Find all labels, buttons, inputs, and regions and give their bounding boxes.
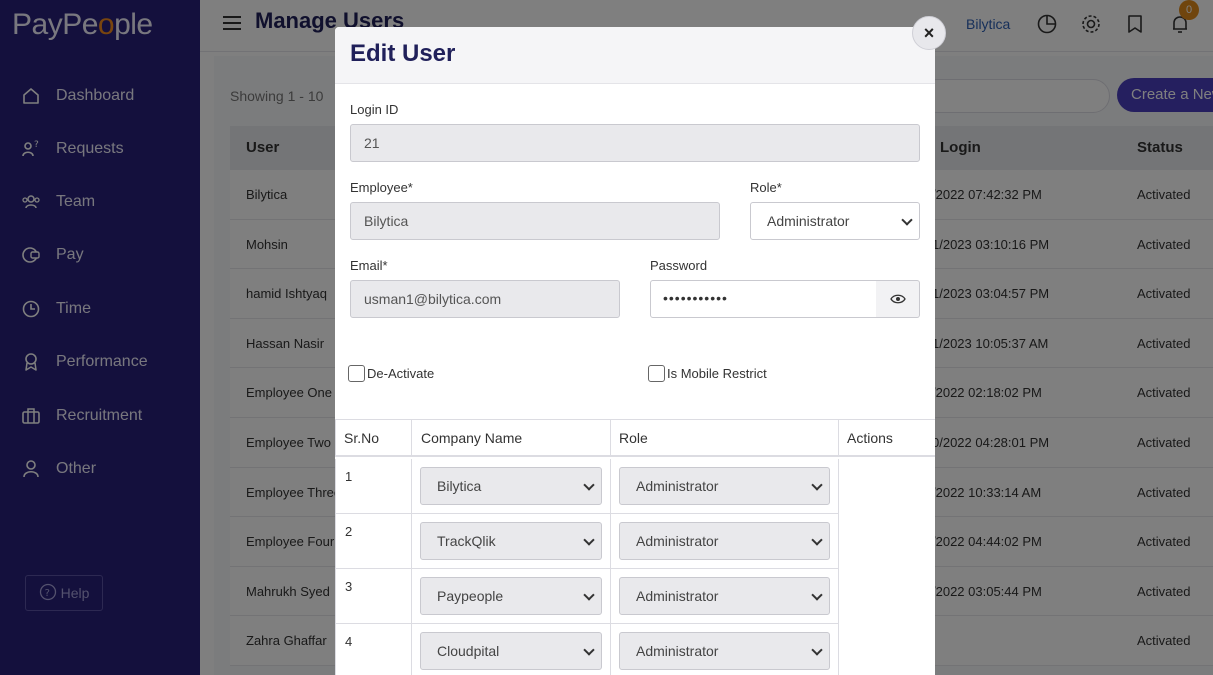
column-role: Role xyxy=(610,419,839,457)
company-select-value: Cloudpital xyxy=(437,643,500,659)
company-select[interactable]: Cloudpital xyxy=(420,632,602,670)
modal-title: Edit User xyxy=(350,40,456,67)
chevron-down-icon xyxy=(583,479,595,491)
role-select[interactable]: Administrator xyxy=(750,202,920,240)
row-role-select[interactable]: Administrator xyxy=(619,467,830,505)
role-select-value: Administrator xyxy=(767,213,850,229)
company-cell: TrackQlik xyxy=(411,514,611,569)
chevron-down-icon xyxy=(583,534,595,546)
row-role-select-value: Administrator xyxy=(636,643,719,659)
edit-user-modal: Edit User Login ID 21 Employee* Bilytica… xyxy=(335,27,935,675)
row-role-select-value: Administrator xyxy=(636,588,719,604)
row-role-select-value: Administrator xyxy=(636,478,719,494)
column-srno: Sr.No xyxy=(335,419,412,457)
company-select[interactable]: Bilytica xyxy=(420,467,602,505)
chevron-down-icon xyxy=(811,479,823,491)
role-label: Role* xyxy=(750,180,782,195)
column-actions: Actions xyxy=(838,419,935,457)
company-select-value: Bilytica xyxy=(437,478,482,494)
actions-cell xyxy=(838,459,935,675)
company-select-value: TrackQlik xyxy=(437,533,496,549)
chevron-down-icon xyxy=(811,534,823,546)
login-id-field[interactable]: 21 xyxy=(350,124,920,162)
chevron-down-icon xyxy=(811,644,823,656)
email-label: Email* xyxy=(350,258,388,273)
chevron-down-icon xyxy=(583,589,595,601)
employee-label: Employee* xyxy=(350,180,413,195)
row-role-select[interactable]: Administrator xyxy=(619,632,830,670)
company-cell: Paypeople xyxy=(411,569,611,624)
mobile-restrict-checkbox[interactable]: Is Mobile Restrict xyxy=(648,365,767,382)
employee-field[interactable]: Bilytica xyxy=(350,202,720,240)
chevron-down-icon xyxy=(583,644,595,656)
row-number: 2 xyxy=(345,524,353,539)
login-id-label: Login ID xyxy=(350,102,399,117)
eye-icon[interactable] xyxy=(876,280,920,318)
column-company: Company Name xyxy=(411,419,611,457)
role-cell: Administrator xyxy=(610,514,839,569)
srno-cell: 4 xyxy=(335,624,411,675)
checkbox-box[interactable] xyxy=(348,365,365,382)
company-cell: Bilytica xyxy=(411,459,611,514)
modal-header: Edit User xyxy=(335,27,935,84)
chevron-down-icon xyxy=(901,214,913,226)
company-select[interactable]: Paypeople xyxy=(420,577,602,615)
row-number: 4 xyxy=(345,634,353,649)
email-field[interactable]: usman1@bilytica.com xyxy=(350,280,620,318)
checkbox-box[interactable] xyxy=(648,365,665,382)
mobile-restrict-label: Is Mobile Restrict xyxy=(667,366,767,381)
close-icon[interactable]: × xyxy=(912,16,946,50)
chevron-down-icon xyxy=(811,589,823,601)
row-number: 1 xyxy=(345,469,353,484)
row-role-select-value: Administrator xyxy=(636,533,719,549)
row-number: 3 xyxy=(345,579,353,594)
srno-cell: 1 xyxy=(335,459,411,514)
row-role-select[interactable]: Administrator xyxy=(619,522,830,560)
company-select[interactable]: TrackQlik xyxy=(420,522,602,560)
srno-cell: 3 xyxy=(335,569,411,624)
role-cell: Administrator xyxy=(610,569,839,624)
srno-cell: 2 xyxy=(335,514,411,569)
password-label: Password xyxy=(650,258,708,273)
deactivate-label: De-Activate xyxy=(367,366,435,381)
row-role-select[interactable]: Administrator xyxy=(619,577,830,615)
role-cell: Administrator xyxy=(610,624,839,675)
deactivate-checkbox[interactable]: De-Activate xyxy=(348,365,434,382)
role-cell: Administrator xyxy=(610,459,839,514)
company-cell: Cloudpital xyxy=(411,624,611,675)
company-select-value: Paypeople xyxy=(437,588,504,604)
password-field[interactable]: ••••••••••• xyxy=(650,280,877,318)
